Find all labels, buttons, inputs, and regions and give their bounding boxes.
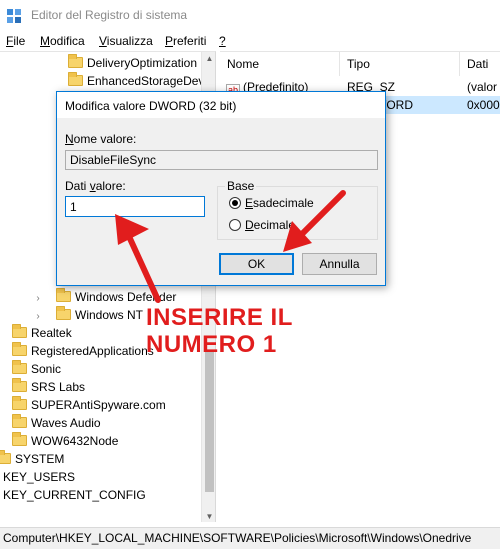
value-name-label: Nome valore: — [65, 132, 136, 146]
tree-item[interactable]: DeliveryOptimization — [56, 54, 197, 72]
tree-item[interactable]: WOW6432Node — [12, 432, 118, 450]
tree-item-label: WOW6432Node — [31, 434, 119, 448]
folder-icon — [68, 72, 83, 86]
folder-icon — [12, 360, 27, 374]
menu-help-accel: ? — [219, 34, 226, 48]
value-data-label: Dati valore: — [65, 179, 126, 193]
tree-item-label: DeliveryOptimization — [87, 56, 198, 70]
folder-icon — [12, 324, 27, 338]
menu-help[interactable]: ? — [219, 34, 226, 48]
menu-preferiti-accel: P — [165, 34, 174, 48]
annotation-text: INSERIRE IL NUMERO 1 — [146, 304, 293, 358]
tree-item[interactable]: SYSTEM — [0, 450, 64, 468]
radio-unchecked-icon[interactable] — [229, 219, 241, 231]
radio-decimal-label: Decimale — [245, 218, 295, 232]
folder-icon — [12, 396, 27, 410]
tree-item[interactable]: Sonic — [12, 360, 61, 378]
folder-icon — [12, 378, 27, 392]
menu-modifica[interactable]: Modifica — [40, 34, 85, 48]
value-data: (valor — [467, 80, 498, 94]
value-name-label-rest: ome valore: — [73, 132, 137, 146]
value-data-label-rest: alore: — [95, 179, 126, 193]
tree-item-label: Waves Audio — [31, 416, 101, 430]
tree-item-label: KEY_USERS — [3, 470, 76, 484]
folder-icon — [56, 288, 71, 302]
radio-decimal-accel: D — [245, 218, 254, 232]
menu-visualizza-accel: V — [99, 34, 107, 48]
folder-icon — [68, 54, 83, 68]
menu-preferiti-rest: referiti — [173, 34, 207, 48]
menu-visualizza[interactable]: Visualizza — [99, 34, 153, 48]
tree-item-label: SRS Labs — [31, 380, 86, 394]
scroll-thumb[interactable] — [205, 352, 214, 492]
tree-item-label: RegisteredApplications — [31, 344, 154, 358]
tree-item[interactable]: Waves Audio — [12, 414, 101, 432]
radio-checked-icon[interactable] — [229, 197, 241, 209]
menu-preferiti[interactable]: Preferiti — [165, 34, 206, 48]
folder-icon — [12, 414, 27, 428]
base-groupbox — [217, 186, 378, 240]
menu-visualizza-rest: isualizza — [106, 34, 153, 48]
window-title: Editor del Registro di sistema — [31, 8, 188, 22]
scroll-up-icon[interactable]: ▲ — [202, 54, 215, 63]
value-data-input[interactable] — [65, 196, 205, 217]
status-path: Computer\HKEY_LOCAL_MACHINE\SOFTWARE\Pol… — [3, 531, 472, 545]
base-label: Base — [225, 179, 257, 193]
tree-item[interactable]: › Windows NT — [32, 306, 143, 324]
menu-modifica-rest: odifica — [50, 34, 85, 48]
tree-item-label: EnhancedStorageDev — [87, 74, 205, 88]
tree-item-label: SUPERAntiSpyware.com — [31, 398, 166, 412]
dialog-title: Modifica valore DWORD (32 bit) — [65, 99, 237, 113]
ok-button[interactable]: OK — [219, 253, 294, 275]
folder-icon — [56, 306, 71, 320]
tree-item[interactable]: SUPERAntiSpyware.com — [12, 396, 166, 414]
value-name-label-accel: N — [65, 132, 74, 146]
folder-icon — [12, 342, 27, 356]
folder-icon — [0, 450, 11, 464]
menu-modifica-accel: M — [40, 34, 50, 48]
cancel-button[interactable]: Annulla — [302, 253, 377, 275]
tree-item[interactable]: SRS Labs — [12, 378, 85, 396]
value-data-label-pre: Dati — [65, 179, 90, 193]
tree-item-label: Windows Defender — [75, 290, 177, 304]
column-header-data[interactable]: Dati — [460, 52, 500, 76]
dialog-title-bar: Modifica valore DWORD (32 bit) — [57, 92, 385, 118]
radio-hexadecimal-rest: sadecimale — [253, 196, 314, 210]
tree-item[interactable]: KEY_USERS — [3, 468, 75, 486]
folder-icon — [12, 432, 27, 446]
tree-item[interactable]: RegisteredApplications — [12, 342, 154, 360]
tree-item[interactable]: KEY_CURRENT_CONFIG — [3, 486, 146, 504]
tree-item-label: KEY_CURRENT_CONFIG — [3, 488, 146, 502]
value-name-field: DisableFileSync — [65, 150, 378, 170]
radio-decimal-rest: ecimale — [253, 218, 296, 232]
menu-bar: File Modifica Visualizza Preferiti ? — [0, 31, 500, 51]
scroll-down-icon[interactable]: ▼ — [202, 512, 215, 521]
tree-item-label: Sonic — [31, 362, 62, 376]
tree-item[interactable]: Realtek — [12, 324, 72, 342]
edit-dword-dialog: Modifica valore DWORD (32 bit) Nome valo… — [56, 91, 386, 286]
radio-hexadecimal-label: Esadecimale — [245, 196, 314, 210]
regedit-app-icon — [7, 9, 21, 23]
menu-file[interactable]: File — [6, 34, 25, 48]
tree-item-label: SYSTEM — [15, 452, 65, 466]
value-data: 0x0000 — [467, 98, 500, 112]
tree-item-label: Realtek — [31, 326, 72, 340]
menu-file-rest: ile — [13, 34, 26, 48]
column-header-type[interactable]: Tipo — [340, 52, 460, 76]
title-bar: Editor del Registro di sistema — [0, 0, 500, 31]
tree-item[interactable]: EnhancedStorageDev — [56, 72, 204, 90]
radio-hexadecimal-accel: E — [245, 196, 254, 210]
tree-item-label: Windows NT — [75, 308, 144, 322]
column-header-name[interactable]: Nome — [220, 52, 340, 76]
status-bar: Computer\HKEY_LOCAL_MACHINE\SOFTWARE\Pol… — [0, 527, 500, 549]
